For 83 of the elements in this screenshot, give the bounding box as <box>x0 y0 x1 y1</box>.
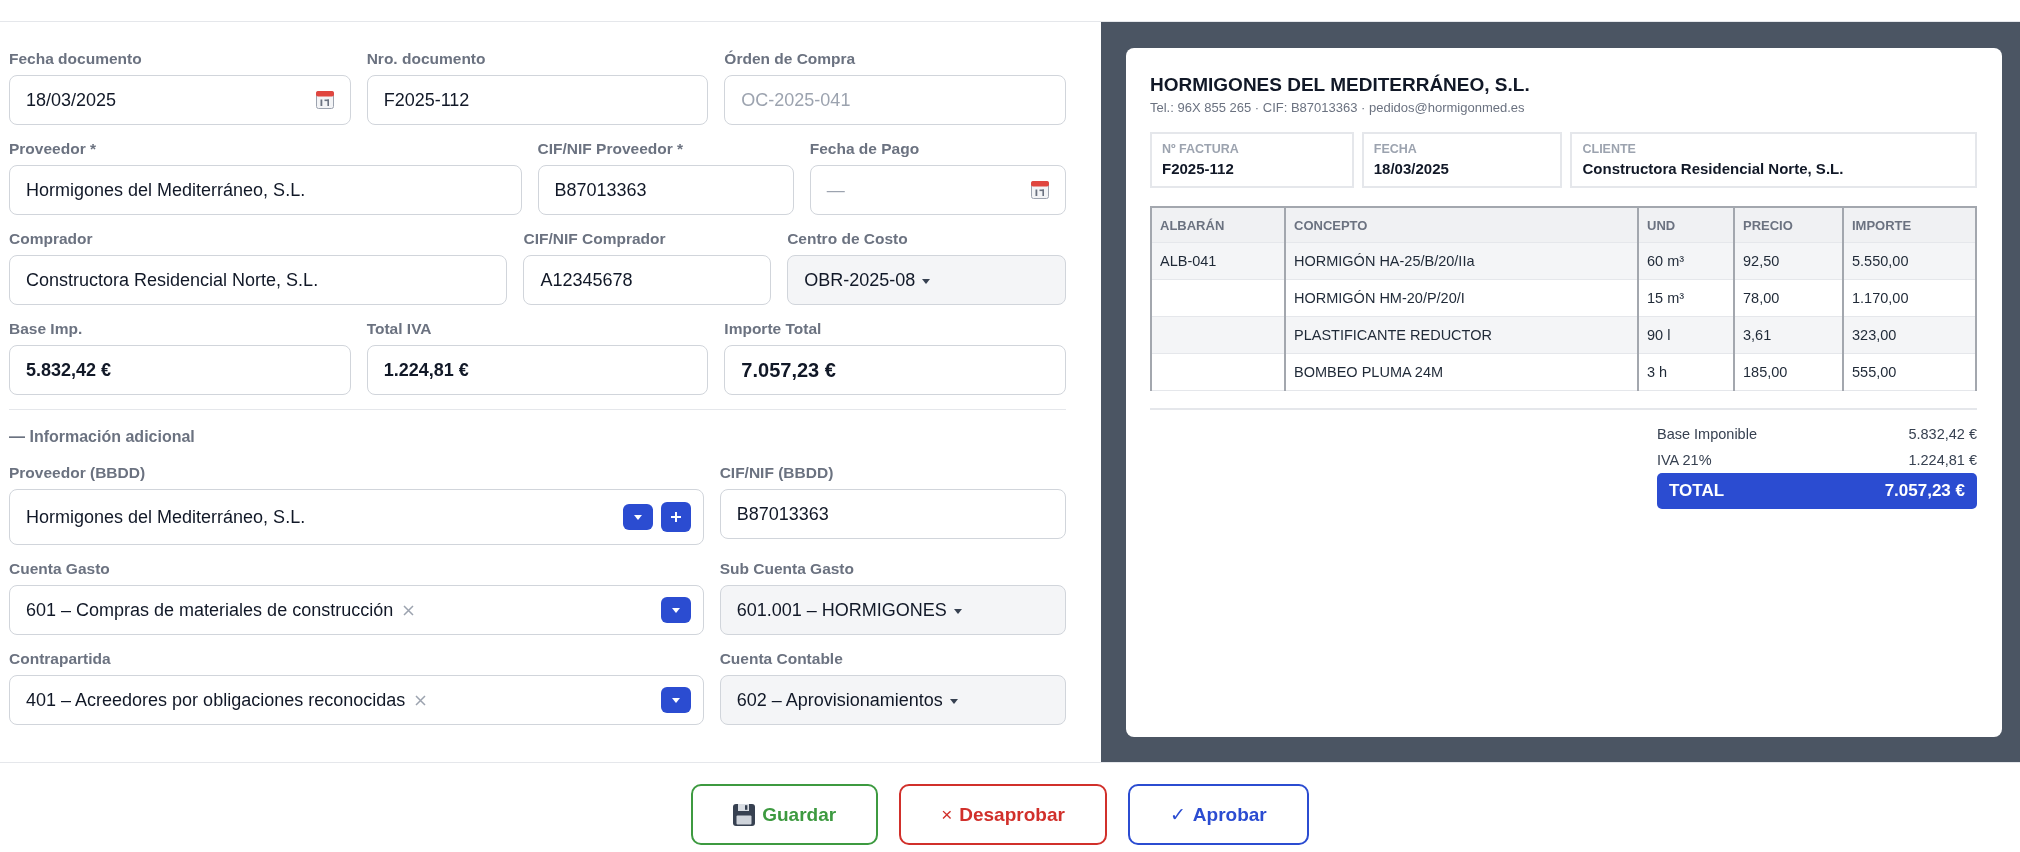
field-label: Órden de Compra <box>724 49 856 69</box>
grand-total-value: 7.057,23 € <box>1884 481 1965 501</box>
info-value: Constructora Residencial Norte, S.L. <box>1582 159 1844 179</box>
caret-icon <box>671 607 680 613</box>
column-header: UND <box>1638 207 1734 243</box>
select-field[interactable]: 602 – Aprovisionamientos <box>719 675 1066 725</box>
table-cell: 555,00 <box>1843 353 1976 391</box>
company-name: HORMIGONES DEL MEDITERRÁNEO, S.L. <box>1150 74 1530 96</box>
total-label: Base Imponible <box>1657 425 1757 444</box>
table-cell: BOMBEO PLUMA 24M <box>1285 353 1638 391</box>
section-header[interactable]: — Información adicional <box>9 427 195 447</box>
field-label: Fecha de Pago <box>809 139 920 159</box>
calendar-icon[interactable] <box>315 91 334 109</box>
select-field[interactable]: OBR-2025-08 <box>787 255 1066 305</box>
total-value: 1.224,81 € <box>1908 451 1977 470</box>
field-label: Nro. documento <box>366 49 486 69</box>
field-label: CIF/NIF (BBDD) <box>719 463 834 483</box>
field-label: Proveedor (BBDD) <box>9 463 146 483</box>
field-label: Cuenta Contable <box>719 649 843 669</box>
info-value: F2025-112 <box>1162 159 1234 179</box>
column-header: ALBARÁN <box>1151 207 1285 243</box>
amount-field[interactable]: 5.832,42 € <box>9 345 351 395</box>
text-field[interactable]: F2025-112 <box>366 75 709 125</box>
date-field[interactable]: 18/03/2025 <box>9 75 351 125</box>
amount-field[interactable]: 7.057,23 € <box>724 345 1066 395</box>
table-cell: 90 l <box>1638 316 1734 354</box>
dropdown-button[interactable] <box>622 504 653 530</box>
text-field[interactable]: Hormigones del Mediterráneo, S.L. <box>9 165 522 215</box>
caret-icon <box>671 697 680 703</box>
field-label: Proveedor * <box>9 139 96 159</box>
info-label: FECHA <box>1373 141 1417 157</box>
table-cell: 185,00 <box>1734 353 1843 391</box>
table-cell: 3 h <box>1638 353 1734 391</box>
text-field[interactable]: B87013363 <box>719 489 1066 539</box>
field-label: Base Imp. <box>9 319 83 339</box>
combo-field[interactable]: 601 – Compras de materiales de construcción <box>9 585 704 635</box>
info-label: Nº FACTURA <box>1162 141 1239 157</box>
table-cell: 60 m³ <box>1638 242 1734 280</box>
combo-field[interactable]: Hormigones del Mediterráneo, S.L. <box>9 489 704 545</box>
calendar-icon[interactable] <box>1031 181 1049 199</box>
column-header: CONCEPTO <box>1285 207 1638 243</box>
caret-icon <box>953 608 962 614</box>
approve-button[interactable]: ✓ Aprobar <box>1127 784 1309 845</box>
add-button[interactable] <box>660 502 691 532</box>
table-cell: PLASTIFICANTE REDUCTOR <box>1285 316 1638 354</box>
field-label: Centro de Costo <box>787 229 908 249</box>
table-cell: 92,50 <box>1734 242 1843 280</box>
total-value: 5.832,42 € <box>1908 425 1977 444</box>
field-label: Fecha documento <box>9 49 142 69</box>
table-cell: 5.550,00 <box>1843 242 1976 280</box>
text-field[interactable]: A12345678 <box>523 255 772 305</box>
table-cell: ALB-041 <box>1151 242 1285 280</box>
field-label: CIF/NIF Proveedor * <box>537 139 684 159</box>
plus-icon <box>670 512 681 522</box>
column-header: IMPORTE <box>1843 207 1976 243</box>
text-field[interactable]: B87013363 <box>537 165 794 215</box>
amount-field[interactable]: 1.224,81 € <box>366 345 709 395</box>
field-label: Total IVA <box>366 319 432 339</box>
field-label: Cuenta Gasto <box>9 559 110 579</box>
combo-field[interactable]: 401 – Acreedores por obligaciones reconocidas <box>9 675 704 725</box>
field-label: Comprador <box>9 229 93 249</box>
dropdown-button[interactable] <box>660 687 691 713</box>
caret-icon <box>949 698 958 704</box>
caret-icon <box>922 278 931 284</box>
company-contact: Tel.: 96X 855 265 · CIF: B87013363 · pedidos@hormigonmed.es <box>1150 100 1525 116</box>
field-label: Sub Cuenta Gasto <box>719 559 854 579</box>
info-value: 18/03/2025 <box>1373 159 1449 179</box>
field-label: Importe Total <box>724 319 822 339</box>
caret-icon <box>633 514 642 520</box>
total-label: IVA 21% <box>1657 451 1712 470</box>
table-cell: HORMIGÓN HA-25/B/20/IIa <box>1285 242 1638 280</box>
column-header: PRECIO <box>1734 207 1843 243</box>
field-label: CIF/NIF Comprador <box>523 229 666 249</box>
table-cell: 323,00 <box>1843 316 1976 354</box>
table-cell: 3,61 <box>1734 316 1843 354</box>
text-field[interactable]: Constructora Residencial Norte, S.L. <box>9 255 508 305</box>
grand-total-label: TOTAL <box>1669 481 1725 501</box>
info-label: CLIENTE <box>1582 141 1636 157</box>
save-button[interactable]: Guardar <box>691 784 879 845</box>
dropdown-button[interactable] <box>660 597 691 623</box>
reject-button[interactable]: × Desaprobar <box>899 784 1107 845</box>
select-field[interactable]: 601.001 – HORMIGONES <box>719 585 1066 635</box>
field-label: Contrapartida <box>9 649 111 669</box>
